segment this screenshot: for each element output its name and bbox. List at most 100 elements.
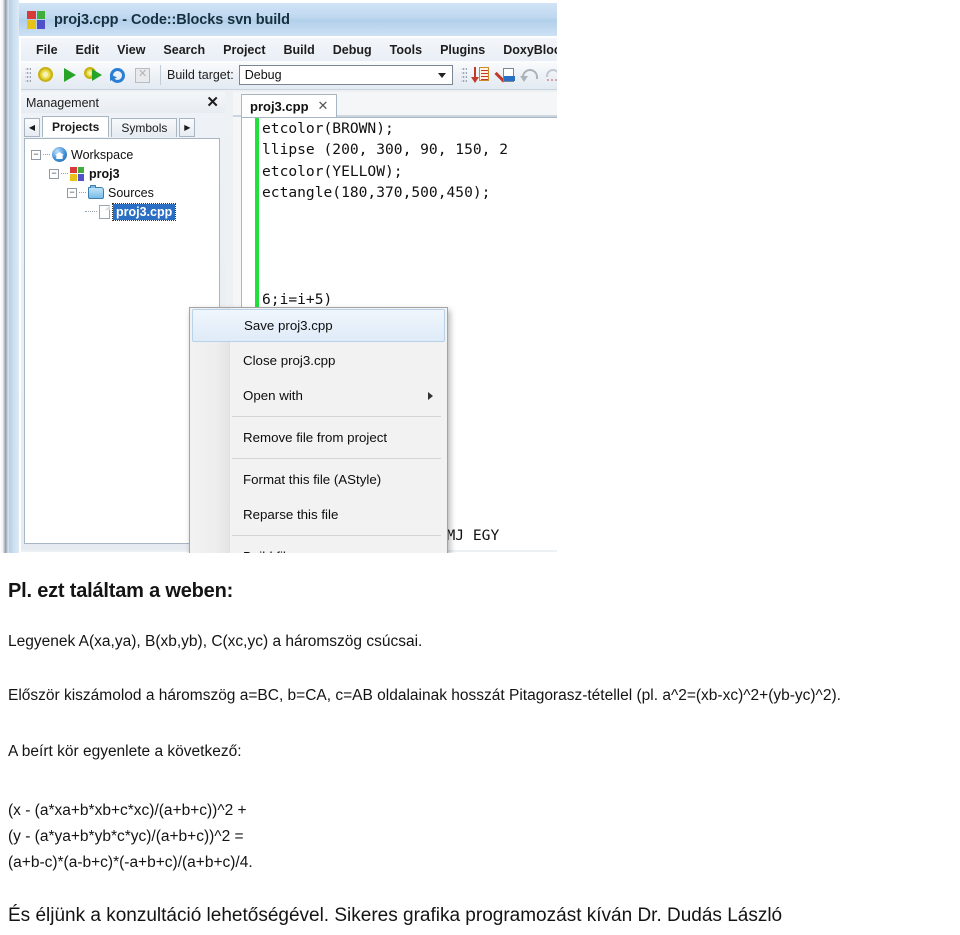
context-menu-label: Save proj3.cpp: [244, 318, 333, 333]
close-icon[interactable]: ✕: [318, 98, 329, 114]
collapse-toggle-icon[interactable]: −: [49, 168, 59, 179]
tree-item-proj3-cpp[interactable]: proj3.cpp: [29, 202, 219, 221]
build-target-label: Build target:: [167, 68, 234, 82]
abort-icon: [131, 64, 153, 86]
debug-continue-icon[interactable]: [470, 64, 493, 86]
rebuild-icon[interactable]: [107, 64, 129, 86]
tab-symbols[interactable]: Symbols: [111, 118, 178, 137]
workspace-icon: [52, 147, 67, 162]
gear-icon[interactable]: [35, 64, 57, 86]
submenu-arrow-icon: [428, 391, 433, 400]
code-line: etcolor(BROWN);: [262, 120, 394, 137]
code-line: 6;i=i+5): [262, 291, 333, 309]
editor-tab-label: proj3.cpp: [250, 98, 309, 114]
tree-connector: [43, 153, 50, 156]
context-menu-item-format-astyle[interactable]: Format this file (AStyle): [190, 462, 447, 497]
file-context-menu[interactable]: Save proj3.cpp Close proj3.cpp Open with…: [189, 307, 448, 553]
tree-label: Workspace: [71, 147, 134, 162]
context-menu-separator: [232, 416, 441, 417]
management-tabrow: ◀ Projects Symbols ▶: [24, 115, 225, 137]
document-paragraph-2: Először kiszámolod a háromszög a=BC, b=C…: [8, 687, 841, 704]
code-line: llipse (200, 300, 90, 150, 2: [262, 141, 509, 159]
embedded-screenshot: proj3.cpp - Code::Blocks svn build File …: [0, 0, 557, 553]
build-target-value: Debug: [244, 68, 282, 82]
menu-plugins[interactable]: Plugins: [431, 41, 494, 59]
menu-project[interactable]: Project: [214, 41, 274, 59]
context-menu-separator: [232, 458, 441, 459]
context-menu-label: Remove file from project: [243, 430, 388, 445]
tab-scroll-left-icon[interactable]: ◀: [24, 118, 40, 137]
document-equation-block: (x - (a*xa+b*xb+c*xc)/(a+b+c))^2 + (y - …: [8, 798, 253, 876]
client-area: Management ✕ ◀ Projects Symbols ▶ − Work…: [21, 90, 557, 553]
main-toolbar: Build target: Debug: [21, 61, 557, 90]
code-line: etcolor(YELLOW);: [262, 162, 403, 180]
context-menu-item-save[interactable]: Save proj3.cpp: [192, 309, 445, 342]
menu-doxyblocks[interactable]: DoxyBlocks: [494, 41, 557, 59]
document-heading: Pl. ezt találtam a weben:: [8, 580, 234, 602]
debug-step-into-icon: [519, 64, 541, 86]
menu-edit[interactable]: Edit: [67, 41, 109, 59]
tree-label: proj3: [89, 166, 120, 181]
menu-file[interactable]: File: [27, 41, 67, 59]
tree-label: Sources: [108, 185, 154, 200]
document-paragraph-3: A beírt kör egyenlete a következő:: [8, 743, 242, 760]
tab-projects[interactable]: Projects: [42, 116, 110, 137]
menu-tools[interactable]: Tools: [381, 41, 431, 59]
menu-view[interactable]: View: [108, 41, 154, 59]
tree-connector: [85, 210, 97, 213]
context-menu-label: Reparse this file: [243, 507, 339, 522]
editor-tab-proj3-cpp[interactable]: proj3.cpp ✕: [241, 94, 338, 117]
context-menu-item-open-with[interactable]: Open with: [190, 378, 447, 413]
toolbar-separator: [160, 65, 161, 85]
document-closing: És éljünk a konzultáció lehetőségével. S…: [8, 905, 783, 926]
toolbar-grip[interactable]: [25, 66, 31, 84]
run-icon[interactable]: [59, 64, 81, 86]
chevron-down-icon: [437, 72, 446, 78]
context-menu-label: Open with: [243, 388, 303, 403]
tree-label-selected: proj3.cpp: [111, 202, 177, 221]
menu-debug[interactable]: Debug: [324, 41, 381, 59]
window-left-frame: [0, 0, 9, 553]
project-icon: [70, 166, 84, 181]
debug-next-line-icon[interactable]: [494, 64, 517, 86]
debug-toolbar-grip[interactable]: [460, 66, 467, 84]
menu-build[interactable]: Build: [275, 41, 324, 59]
tree-connector: [79, 191, 86, 194]
document-text-body: Pl. ezt találtam a weben: Legyenek A(xa,…: [0, 553, 960, 935]
document-paragraph-1: Legyenek A(xa,ya), B(xb,yb), C(xc,yc) a …: [8, 633, 423, 650]
tree-connector: [61, 172, 68, 175]
build-and-run-icon[interactable]: [83, 64, 105, 86]
context-menu-separator: [232, 535, 441, 536]
build-target-combo[interactable]: Debug: [238, 65, 453, 85]
codeblocks-logo-icon: [27, 10, 45, 29]
close-icon[interactable]: ✕: [206, 95, 219, 110]
context-menu-label: Close proj3.cpp: [243, 353, 336, 368]
collapse-toggle-icon[interactable]: −: [31, 149, 41, 160]
context-menu-item-reparse[interactable]: Reparse this file: [190, 497, 447, 532]
context-menu-label: Format this file (AStyle): [243, 472, 382, 487]
collapse-toggle-icon[interactable]: −: [67, 187, 77, 198]
debug-step-out-icon: [543, 64, 557, 86]
tab-scroll-right-icon[interactable]: ▶: [179, 118, 196, 137]
window-titlebar[interactable]: proj3.cpp - Code::Blocks svn build: [19, 3, 557, 36]
equation-line: (a+b-c)*(a-b+c)*(-a+b+c)/(a+b+c)/4.: [8, 854, 253, 871]
window-left-frame-inner: [9, 0, 19, 553]
menubar: File Edit View Search Project Build Debu…: [21, 38, 557, 61]
editor-tabstrip: proj3.cpp ✕: [233, 92, 557, 117]
equation-line: (x - (a*xa+b*xb+c*xc)/(a+b+c))^2 +: [8, 802, 247, 819]
menu-search[interactable]: Search: [154, 41, 214, 59]
tree-item-proj3[interactable]: − proj3: [29, 164, 219, 183]
context-menu-label: Build file: [243, 549, 293, 553]
tree-item-sources[interactable]: − Sources: [29, 183, 219, 202]
code-line: ectangle(180,370,500,450);: [262, 184, 491, 202]
equation-line: (y - (a*ya+b*yb*c*yc)/(a+b+c))^2 =: [8, 828, 244, 845]
context-menu-item-build-file[interactable]: Build file: [190, 539, 447, 553]
window-title: proj3.cpp - Code::Blocks svn build: [54, 11, 290, 28]
folder-icon: [88, 184, 104, 199]
context-menu-item-close[interactable]: Close proj3.cpp: [190, 343, 447, 378]
tree-item-workspace[interactable]: − Workspace: [29, 145, 219, 164]
context-menu-item-remove-file[interactable]: Remove file from project: [190, 420, 447, 455]
management-title: Management: [26, 95, 99, 110]
